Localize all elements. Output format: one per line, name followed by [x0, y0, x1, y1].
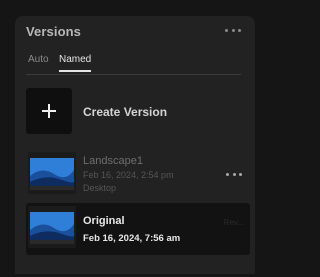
more-dot: [239, 172, 242, 176]
create-version-tile: [26, 88, 72, 134]
create-version-button[interactable]: Create Version: [26, 88, 241, 138]
version-more-button[interactable]: [226, 171, 242, 177]
versions-panel: Versions Auto Named Create Version Lands…: [15, 16, 255, 274]
more-dot: [238, 28, 241, 32]
version-thumbnail: [28, 152, 76, 194]
version-date: Feb 16, 2024, 2:54 pm: [83, 170, 174, 180]
version-tabs: Auto Named: [26, 54, 241, 75]
tab-auto[interactable]: Auto: [28, 54, 49, 70]
revert-hint: Rev...: [223, 218, 244, 227]
version-item-landscape1[interactable]: Landscape1 Feb 16, 2024, 2:54 pm Desktop: [26, 149, 250, 201]
tab-named[interactable]: Named: [59, 54, 92, 72]
panel-title: Versions: [26, 24, 81, 39]
more-horizontal-icon: [225, 28, 228, 32]
more-horizontal-icon: [226, 172, 229, 176]
version-item-original[interactable]: Original Feb 16, 2024, 7:56 am Rev...: [26, 203, 250, 255]
version-name: Original: [83, 215, 125, 227]
more-dot: [232, 172, 236, 176]
more-dot: [231, 28, 235, 32]
thumbnail-image: [28, 152, 76, 194]
version-name: Landscape1: [83, 155, 143, 167]
panel-more-button[interactable]: [225, 26, 241, 34]
plus-icon: [42, 104, 56, 118]
create-version-label: Create Version: [83, 105, 168, 119]
version-location: Desktop: [83, 183, 117, 193]
version-thumbnail: [28, 206, 76, 248]
version-date: Feb 16, 2024, 7:56 am: [83, 233, 181, 244]
thumbnail-image: [28, 206, 76, 248]
